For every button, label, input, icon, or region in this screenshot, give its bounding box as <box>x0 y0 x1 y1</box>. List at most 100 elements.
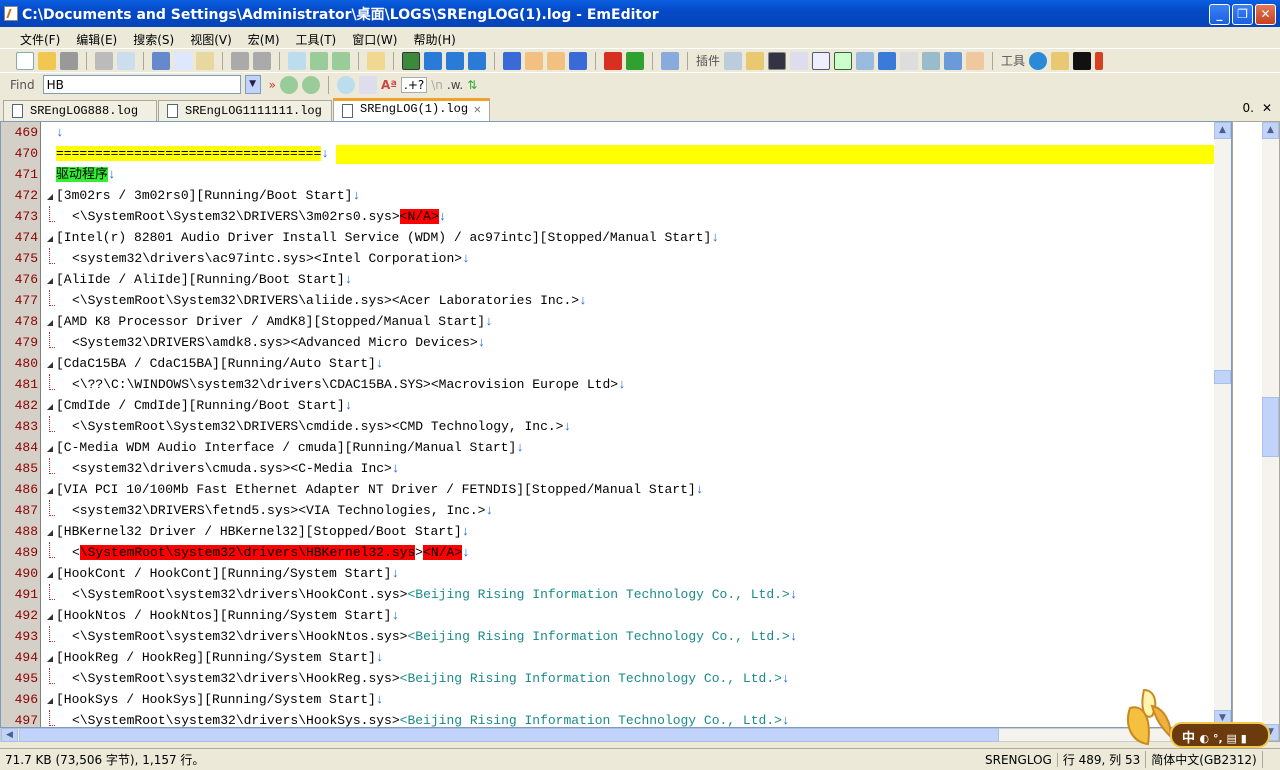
scroll-thumb[interactable] <box>19 728 999 742</box>
fold-toggle-icon[interactable] <box>46 227 56 248</box>
new-file-icon[interactable] <box>16 51 34 70</box>
match-case-icon[interactable]: Aª <box>381 78 397 92</box>
find-prev-icon[interactable] <box>279 75 298 94</box>
fold-toggle-icon[interactable] <box>46 521 56 542</box>
text-line[interactable]: 473 <\SystemRoot\System32\DRIVERS\3m02rs0… <box>1 206 1215 227</box>
escape-toggle[interactable]: \n <box>431 78 443 92</box>
text-line[interactable]: 488 [HBKernel32 Driver / HBKernel32][Stop… <box>1 521 1215 542</box>
find-in-files-icon[interactable] <box>367 51 385 70</box>
maximize-button[interactable]: ❐ <box>1232 4 1253 25</box>
text-line[interactable]: 484 [C-Media WDM Audio Interface / cmuda]… <box>1 437 1215 458</box>
text-line[interactable]: 493 <\SystemRoot\system32\drivers\HookNto… <box>1 626 1215 647</box>
plugin-search-bar-icon[interactable] <box>878 51 897 70</box>
menu-search[interactable]: 搜索(S) <box>133 28 182 48</box>
close-tab-icon[interactable]: ✕ <box>474 102 481 117</box>
text-editor[interactable]: 469 ↓ 470 =================================… <box>0 121 1232 728</box>
internet-explorer-icon[interactable] <box>1029 51 1048 70</box>
plugin-outline-icon[interactable] <box>834 51 853 70</box>
text-line[interactable]: 479 <System32\DRIVERS\amdk8.sys><Advanced… <box>1 332 1215 353</box>
regex-toggle[interactable]: .+? <box>401 76 428 93</box>
text-line[interactable]: 496 [HookSys / HookSys][Running/System St… <box>1 689 1215 710</box>
tab-sreng-log-888[interactable]: SREngLOG888.log <box>3 100 157 121</box>
scroll-thumb[interactable] <box>1214 370 1231 384</box>
fold-toggle-icon[interactable] <box>46 269 56 290</box>
fold-toggle-icon[interactable] <box>46 605 56 626</box>
paste-icon[interactable] <box>196 51 214 70</box>
list-matches-icon[interactable] <box>358 75 377 94</box>
fold-toggle-icon[interactable] <box>46 311 56 332</box>
properties-icon[interactable] <box>569 51 587 70</box>
text-line[interactable]: 475 <system32\drivers\ac97intc.sys><Intel… <box>1 248 1215 269</box>
scroll-thumb[interactable] <box>1262 397 1279 457</box>
fold-toggle-icon[interactable] <box>46 479 56 500</box>
text-line[interactable]: 495 <\SystemRoot\system32\drivers\HookReg… <box>1 668 1215 689</box>
ime-mode[interactable]: 中 <box>1182 731 1195 746</box>
plugin-compare-icon[interactable] <box>900 51 919 70</box>
close-button[interactable]: ✕ <box>1255 4 1276 25</box>
fold-toggle-icon[interactable] <box>46 353 56 374</box>
scroll-up-button[interactable]: ▲ <box>1214 122 1231 139</box>
config-icon[interactable] <box>525 51 543 70</box>
text-line[interactable]: 490 [HookCont / HookCont][Running/System … <box>1 563 1215 584</box>
menu-macro[interactable]: 宏(M) <box>248 28 288 48</box>
binoculars-icon[interactable] <box>768 51 787 70</box>
text-line[interactable]: 474 [Intel(r) 82801 Audio Driver Install … <box>1 227 1215 248</box>
tab-sreng-log-1111111[interactable]: SREngLOG1111111.log <box>158 100 332 121</box>
fold-toggle-icon[interactable] <box>46 437 56 458</box>
text-line[interactable]: 486 [VIA PCI 10/100Mb Fast Ethernet Adapt… <box>1 479 1215 500</box>
plugin-snippets-icon[interactable] <box>944 51 963 70</box>
find-dropdown-button[interactable]: ▼ <box>244 75 261 94</box>
fold-toggle-icon[interactable] <box>46 689 56 710</box>
menu-edit[interactable]: 编辑(E) <box>76 28 125 48</box>
plugin-search-icon[interactable] <box>724 51 743 70</box>
ime-toolbar[interactable]: 中 ◐ °, ▤ ▮ <box>1170 722 1270 748</box>
config-all-icon[interactable] <box>547 51 565 70</box>
whole-word-toggle[interactable]: .w. <box>447 78 463 92</box>
copy-icon[interactable] <box>174 51 192 70</box>
find-next-icon[interactable] <box>301 75 320 94</box>
plugin-explorer-icon[interactable] <box>746 51 765 70</box>
run-macro-icon[interactable] <box>626 51 644 70</box>
right-pane-scrollbar[interactable]: ▲ ▼ <box>1262 122 1279 741</box>
text-line[interactable]: 469 ↓ <box>1 122 1215 143</box>
plugin-projects-icon[interactable] <box>856 51 875 70</box>
plugin-word-count-icon[interactable] <box>966 51 985 70</box>
tab-sreng-log-1[interactable]: SREngLOG(1).log ✕ <box>333 98 490 121</box>
encoding-icon[interactable] <box>503 51 521 70</box>
no-wrap-icon[interactable] <box>468 51 486 70</box>
text-line[interactable]: 491 <\SystemRoot\system32\drivers\HookCon… <box>1 584 1215 605</box>
horizontal-scrollbar[interactable]: ◀ <box>0 728 1232 742</box>
text-line[interactable]: 494 [HookReg / HookReg][Running/System St… <box>1 647 1215 668</box>
text-line[interactable]: 477 <\SystemRoot\System32\DRIVERS\aliide.… <box>1 290 1215 311</box>
hammer-icon[interactable] <box>1095 51 1104 70</box>
more-arrow-icon[interactable]: » <box>269 78 276 92</box>
text-line[interactable]: 483 <\SystemRoot\System32\DRIVERS\cmdide.… <box>1 416 1215 437</box>
print-preview-icon[interactable] <box>117 51 135 70</box>
text-line[interactable]: 489 <\SystemRoot\system32\drivers\HBKerne… <box>1 542 1215 563</box>
scroll-up-button[interactable]: ▲ <box>1262 122 1279 139</box>
wrap-window-icon[interactable] <box>424 51 442 70</box>
save-icon[interactable] <box>60 51 78 70</box>
cut-icon[interactable] <box>152 51 170 70</box>
text-line[interactable]: 487 <system32\DRIVERS\fetnd5.sys><VIA Tec… <box>1 500 1215 521</box>
text-line[interactable]: 492 [HookNtos / HookNtos][Running/System … <box>1 605 1215 626</box>
plugin-web-preview-icon[interactable] <box>922 51 941 70</box>
wrap-icon[interactable] <box>402 51 420 70</box>
scroll-left-button[interactable]: ◀ <box>1 728 18 742</box>
text-line[interactable]: 471 驱动程序↓ <box>1 164 1215 185</box>
text-line[interactable]: 480 [CdaC15BA / CdaC15BA][Running/Auto St… <box>1 353 1215 374</box>
fold-toggle-icon[interactable] <box>46 185 56 206</box>
undo-icon[interactable] <box>231 51 249 70</box>
text-line[interactable]: 497 <\SystemRoot\system32\drivers\HookSys… <box>1 710 1215 727</box>
print-icon[interactable] <box>95 51 113 70</box>
wrap-page-icon[interactable] <box>446 51 464 70</box>
macro-tool-icon[interactable] <box>661 51 679 70</box>
vertical-scrollbar[interactable]: ▲ ▼ <box>1214 122 1231 727</box>
menu-window[interactable]: 窗口(W) <box>352 28 405 48</box>
plugin-list-icon[interactable] <box>812 51 831 70</box>
find-input[interactable] <box>42 75 241 94</box>
text-line[interactable]: 478 [AMD K8 Processor Driver / AmdK8][Sto… <box>1 311 1215 332</box>
command-prompt-icon[interactable] <box>1073 51 1092 70</box>
minimize-button[interactable]: _ <box>1209 4 1230 25</box>
fold-toggle-icon[interactable] <box>46 647 56 668</box>
